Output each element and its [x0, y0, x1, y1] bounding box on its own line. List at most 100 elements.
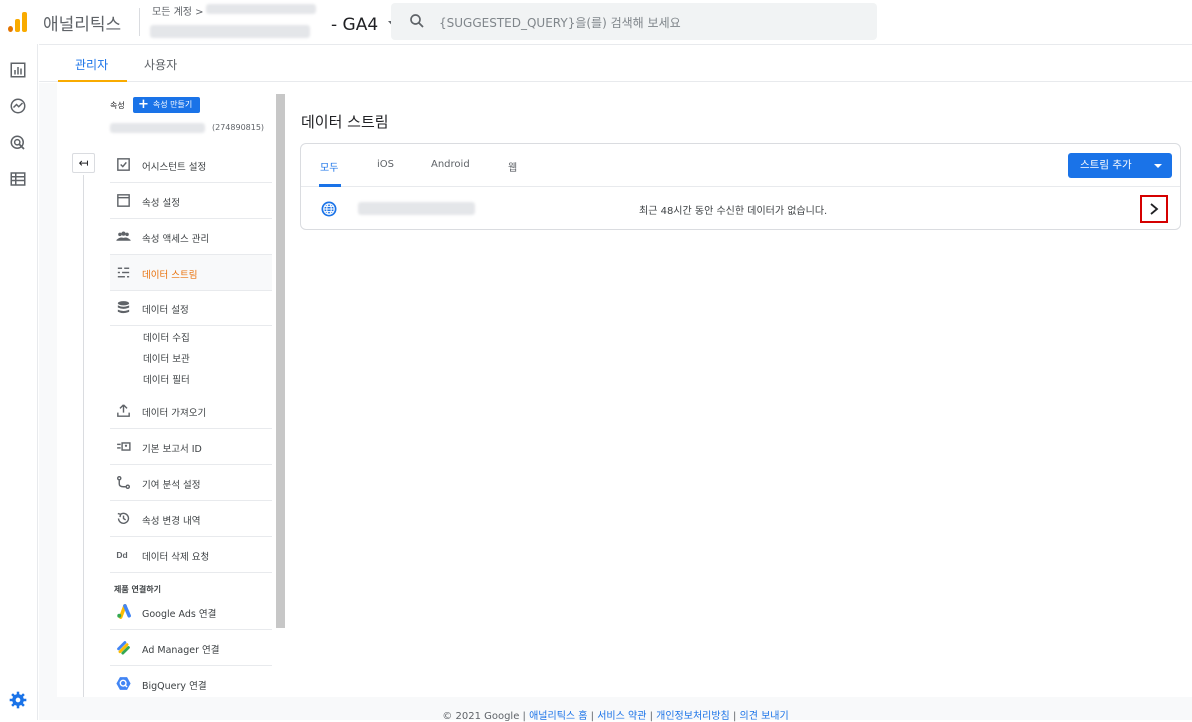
nav-item-label: 기본 보고서 ID	[142, 444, 202, 455]
header-divider	[139, 8, 140, 36]
nav-scrollbar[interactable]	[276, 94, 285, 628]
nav-item-label: BigQuery 연결	[142, 681, 207, 692]
footer-separator: |	[587, 711, 598, 722]
stream-row[interactable]: 최근 48시간 동안 수신한 데이터가 없습니다.	[301, 188, 1180, 229]
nav-item-reporting-identity[interactable]: 기본 보고서 ID	[110, 429, 272, 465]
footer-link-terms[interactable]: 서비스 약관	[597, 711, 646, 722]
checklist-icon	[117, 158, 130, 171]
nav-item-ad-manager[interactable]: Ad Manager 연결	[110, 630, 272, 666]
sub-item-data-collection[interactable]: 데이터 수집	[143, 330, 190, 344]
add-stream-label: 스트림 추가	[1080, 159, 1132, 171]
nav-item-label: 속성 설정	[142, 198, 180, 209]
nav-item-data-settings[interactable]: 데이터 설정	[110, 290, 272, 326]
nav-divider	[83, 175, 84, 697]
stream-status: 최근 48시간 동안 수신한 데이터가 없습니다.	[639, 206, 828, 217]
id-icon	[117, 442, 131, 451]
nav-item-label: 데이터 스트림	[142, 270, 198, 281]
nav-item-change-history[interactable]: 속성 변경 내역	[110, 501, 272, 537]
analytics-logo-icon[interactable]	[8, 10, 30, 32]
nav-item-label: Google Ads 연결	[142, 609, 217, 620]
tab-web[interactable]: 웹	[508, 159, 517, 174]
bigquery-icon	[116, 677, 131, 690]
window-icon	[117, 194, 130, 207]
database-icon	[117, 301, 130, 314]
property-name: - GA4	[331, 15, 379, 35]
nav-item-label: 어시스턴트 설정	[142, 162, 207, 173]
account-name-redacted	[206, 4, 316, 14]
tab-admin[interactable]: 관리자	[75, 56, 108, 73]
footer-separator: |	[729, 711, 740, 722]
data-streams-card: 모두 iOS Android 웹 스트림 추가 최근 48시간 동안 수신한 데…	[300, 143, 1181, 230]
nav-item-label: 속성 변경 내역	[142, 516, 201, 527]
create-property-label: 속성 만들기	[152, 100, 193, 109]
people-icon	[116, 231, 131, 241]
tab-ios[interactable]: iOS	[377, 159, 394, 170]
nav-item-label: 데이터 가져오기	[142, 408, 207, 419]
ad-manager-icon	[117, 641, 130, 655]
add-stream-button[interactable]: 스트림 추가	[1068, 153, 1172, 178]
nav-item-google-ads[interactable]: Google Ads 연결	[110, 594, 272, 630]
page-title: 데이터 스트림	[301, 113, 389, 131]
nav-item-label: 데이터 삭제 요청	[142, 552, 210, 563]
upload-icon	[117, 404, 130, 417]
search-icon	[410, 14, 424, 28]
app-name[interactable]: 애널리틱스	[43, 10, 121, 35]
footer-link-analytics-home[interactable]: 애널리틱스 홈	[529, 711, 587, 722]
dropdown-caret-icon	[1154, 164, 1162, 168]
property-name-redacted	[110, 123, 205, 133]
property-label: 속성	[110, 101, 125, 110]
left-rail	[0, 44, 38, 720]
back-button[interactable]: ↤	[72, 153, 95, 173]
google-ads-icon	[117, 604, 131, 619]
top-bar: 애널리틱스 모든 계정 > - GA4 {SUGGESTED_QUERY}을(를…	[0, 0, 1192, 44]
left-gutter	[39, 83, 57, 697]
footer-separator: |	[646, 711, 657, 722]
open-stream-button[interactable]	[1140, 195, 1168, 223]
property-selector-redacted[interactable]	[150, 25, 310, 38]
property-id: (274890815)	[212, 123, 265, 132]
stream-filter-tabs: 모두 iOS Android 웹 스트림 추가	[301, 144, 1180, 187]
footer-link-privacy[interactable]: 개인정보처리방침	[656, 711, 730, 722]
tab-user[interactable]: 사용자	[144, 56, 177, 73]
globe-icon	[321, 201, 337, 217]
tab-android[interactable]: Android	[431, 159, 470, 170]
nav-item-data-deletion[interactable]: Dd 데이터 삭제 요청	[110, 537, 272, 573]
stream-name-redacted	[358, 202, 475, 215]
plus-icon: +	[138, 97, 149, 112]
chevron-right-icon	[1150, 203, 1159, 215]
nav-item-label: Ad Manager 연결	[142, 645, 220, 656]
nav-item-label: 기여 분석 설정	[142, 480, 201, 491]
nav-item-data-import[interactable]: 데이터 가져오기	[110, 393, 272, 429]
admin-tabs: 관리자 사용자	[39, 44, 1192, 82]
footer-link-feedback[interactable]: 의견 보내기	[740, 711, 789, 722]
account-breadcrumb[interactable]: 모든 계정 >	[152, 3, 204, 18]
property-selector[interactable]: - GA4	[331, 15, 397, 35]
streams-icon	[117, 267, 130, 278]
sub-item-data-filters[interactable]: 데이터 필터	[143, 372, 190, 386]
dd-icon: Dd	[116, 550, 127, 560]
nav-item-attribution-settings[interactable]: 기여 분석 설정	[110, 465, 272, 501]
create-property-button[interactable]: + 속성 만들기	[133, 97, 201, 113]
nav-item-label: 데이터 설정	[142, 305, 189, 316]
configure-icon[interactable]	[9, 170, 27, 188]
attribution-icon	[116, 475, 131, 490]
explore-icon[interactable]	[9, 97, 27, 115]
search-bar[interactable]: {SUGGESTED_QUERY}을(를) 검색해 보세요	[391, 3, 877, 40]
sub-item-data-retention[interactable]: 데이터 보관	[143, 351, 190, 365]
footer: © 2021 Google | 애널리틱스 홈 | 서비스 약관 | 개인정보처…	[39, 697, 1192, 722]
reports-icon[interactable]	[9, 61, 27, 79]
search-input[interactable]: {SUGGESTED_QUERY}을(를) 검색해 보세요	[439, 14, 681, 31]
nav-item-access-management[interactable]: 속성 액세스 관리	[110, 219, 272, 255]
history-icon	[117, 512, 130, 524]
nav-item-property-settings[interactable]: 속성 설정	[110, 183, 272, 219]
advertising-icon[interactable]	[9, 134, 27, 152]
footer-copyright: © 2021 Google |	[442, 711, 526, 722]
tab-all[interactable]: 모두	[320, 159, 338, 174]
nav-item-data-streams[interactable]: 데이터 스트림	[110, 255, 272, 291]
gear-icon[interactable]	[8, 690, 28, 710]
svg-text:Dd: Dd	[116, 550, 127, 560]
active-filter-indicator	[319, 184, 341, 187]
nav-item-setup-assistant[interactable]: 어시스턴트 설정	[110, 147, 272, 183]
nav-item-label: 속성 액세스 관리	[142, 234, 210, 245]
active-tab-indicator	[58, 80, 127, 82]
